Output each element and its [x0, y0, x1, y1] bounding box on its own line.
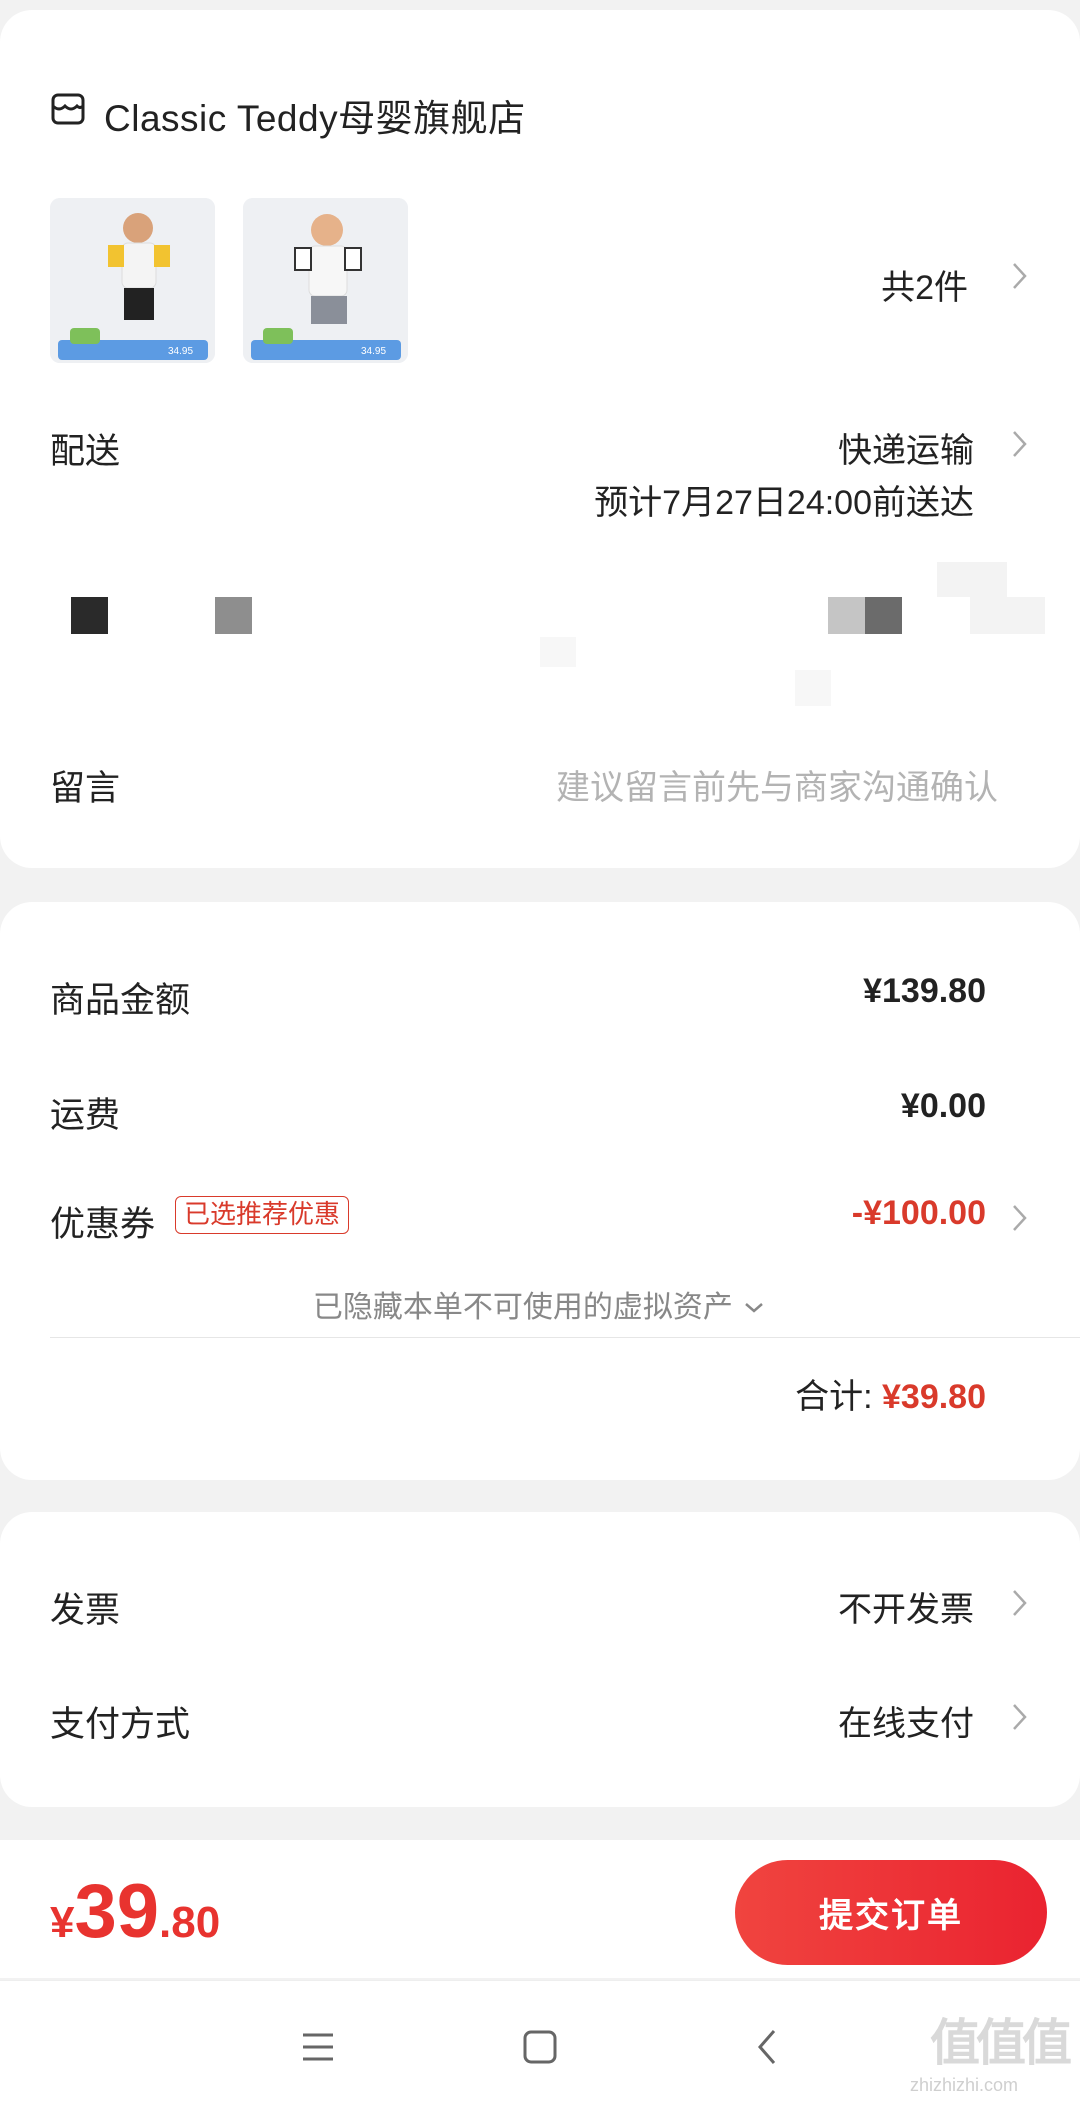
- shipping-value: ¥0.00: [900, 1087, 986, 1125]
- badge-price: 34.95: [361, 346, 386, 357]
- store-name[interactable]: Classic Teddy母婴旗舰店: [104, 88, 526, 142]
- divider: [50, 1337, 1080, 1338]
- price-summary-card: 商品金额 ¥139.80 运费 ¥0.00 优惠券 已选推荐优惠 -¥100.0…: [0, 902, 1080, 1480]
- redacted-block: [215, 597, 252, 634]
- watermark-url: zhizhizhi.com: [910, 2075, 1019, 2095]
- store-icon: [50, 92, 86, 128]
- shipping-label: 运费: [50, 1096, 121, 1135]
- note-label: 留言: [50, 769, 121, 808]
- coupon-label: 优惠券: [50, 1205, 156, 1244]
- product-thumbnail[interactable]: 34.95: [243, 198, 408, 363]
- goods-amount-label: 商品金额: [50, 981, 191, 1020]
- chevron-right-icon[interactable]: [1004, 1697, 1034, 1737]
- item-count[interactable]: 共2件: [881, 260, 968, 309]
- back-icon[interactable]: [752, 2027, 782, 2072]
- hidden-assets-toggle[interactable]: 已隐藏本单不可使用的虚拟资产: [0, 1282, 1080, 1326]
- invoice-payment-card: 发票 不开发票 支付方式 在线支付: [0, 1512, 1080, 1807]
- goods-amount-value: ¥139.80: [863, 972, 986, 1010]
- price-integer: 39: [74, 1869, 160, 1954]
- payment-label: 支付方式: [50, 1705, 191, 1744]
- chevron-right-icon[interactable]: [1004, 1583, 1034, 1623]
- invoice-label: 发票: [50, 1591, 121, 1630]
- total-label: 合计:: [795, 1378, 873, 1416]
- coupon-value[interactable]: -¥100.00: [852, 1194, 986, 1233]
- total-value: ¥39.80: [882, 1378, 986, 1416]
- chevron-right-icon[interactable]: [1004, 256, 1034, 296]
- redacted-block: [865, 597, 902, 634]
- redacted-block: [970, 597, 1045, 634]
- chevron-down-icon: [741, 1292, 767, 1326]
- delivery-label: 配送: [50, 432, 121, 471]
- price-decimal: .80: [159, 1898, 221, 1947]
- home-icon[interactable]: [522, 2029, 558, 2070]
- invoice-value[interactable]: 不开发票: [838, 1582, 974, 1631]
- menu-icon[interactable]: [300, 2031, 336, 2068]
- redacted-block: [795, 670, 831, 706]
- currency-symbol: ¥: [50, 1898, 75, 1947]
- submit-order-button[interactable]: 提交订单: [735, 1860, 1047, 1965]
- hidden-assets-text: 已隐藏本单不可使用的虚拟资产: [312, 1291, 733, 1324]
- chevron-right-icon[interactable]: [1004, 1198, 1034, 1238]
- order-card: Classic Teddy母婴旗舰店 34.95 34.95 共2件 配送 快递…: [0, 10, 1080, 868]
- delivery-method[interactable]: 快递运输: [838, 423, 974, 472]
- redacted-block: [540, 637, 576, 667]
- redacted-block: [828, 597, 865, 634]
- chevron-right-icon[interactable]: [1004, 424, 1034, 464]
- note-input[interactable]: 建议留言前先与商家沟通确认: [556, 760, 998, 809]
- checkout-bar: ¥39.80 提交订单: [0, 1840, 1080, 1978]
- delivery-eta: 预计7月27日24:00前送达: [594, 484, 974, 522]
- system-nav-bar: 值值值 zhizhizhi.com: [0, 1980, 1080, 2110]
- checkout-price: ¥39.80: [50, 1868, 220, 1955]
- redacted-block: [937, 562, 1007, 597]
- watermark-logo: 值值值: [930, 2015, 1072, 2071]
- total-row: 合计: ¥39.80: [795, 1369, 986, 1418]
- redacted-block: [71, 597, 108, 634]
- badge-price: 34.95: [168, 346, 193, 357]
- payment-value[interactable]: 在线支付: [838, 1696, 974, 1745]
- coupon-tag: 已选推荐优惠: [175, 1196, 350, 1234]
- product-thumbnail[interactable]: 34.95: [50, 198, 215, 363]
